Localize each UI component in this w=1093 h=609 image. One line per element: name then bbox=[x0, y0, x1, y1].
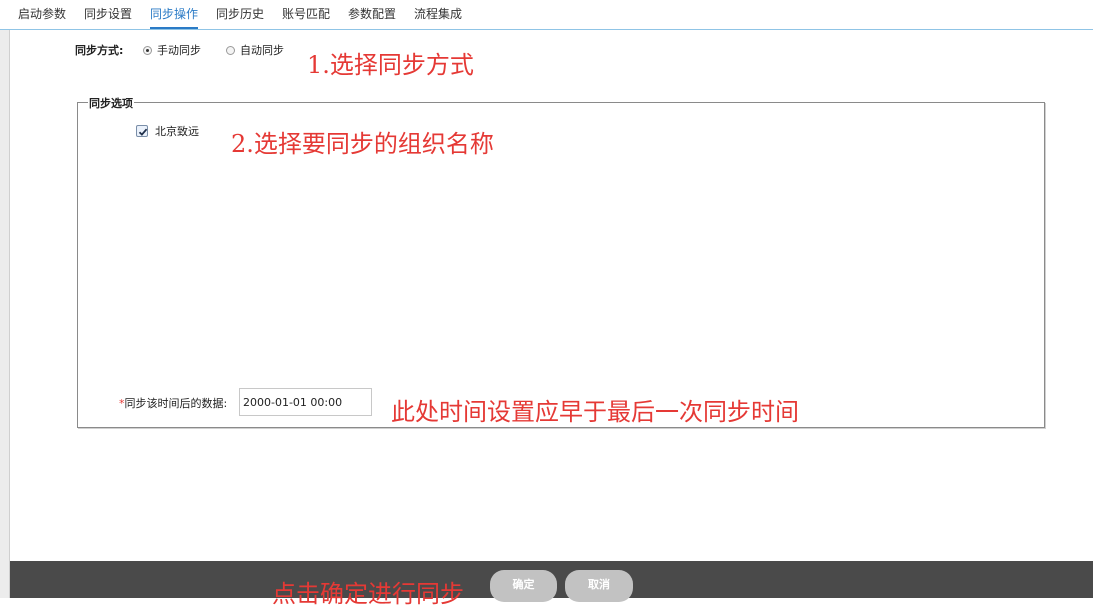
tab-workflow-integration[interactable]: 流程集成 bbox=[414, 0, 462, 29]
sync-after-date-input[interactable] bbox=[239, 388, 372, 416]
manual-sync-radio[interactable] bbox=[143, 46, 152, 55]
auto-sync-radio[interactable] bbox=[226, 46, 235, 55]
org-label[interactable]: 北京致远 bbox=[155, 123, 199, 139]
tab-account-match[interactable]: 账号匹配 bbox=[282, 0, 330, 29]
tab-sync-settings[interactable]: 同步设置 bbox=[84, 0, 132, 29]
auto-sync-label[interactable]: 自动同步 bbox=[240, 42, 284, 58]
tab-param-config[interactable]: 参数配置 bbox=[348, 0, 396, 29]
sync-after-date-label: *同步该时间后的数据: bbox=[119, 395, 227, 411]
sync-options-legend: 同步选项 bbox=[88, 95, 134, 111]
check-icon bbox=[138, 128, 148, 136]
sync-mode-label: 同步方式: bbox=[75, 44, 124, 57]
annotation-confirm-note: 点击确定进行同步 bbox=[272, 580, 464, 608]
annotation-step1: 1.选择同步方式 bbox=[307, 51, 474, 79]
tab-startup-params[interactable]: 启动参数 bbox=[18, 0, 66, 29]
confirm-button[interactable]: 确定 bbox=[490, 570, 557, 602]
annotation-time-note: 此处时间设置应早于最后一次同步时间 bbox=[391, 398, 799, 426]
annotation-step2: 2.选择要同步的组织名称 bbox=[231, 130, 494, 158]
manual-sync-label[interactable]: 手动同步 bbox=[157, 42, 201, 58]
left-sidebar-edge bbox=[0, 30, 10, 598]
sync-after-date-text: 同步该时间后的数据: bbox=[124, 397, 228, 410]
org-checkbox[interactable] bbox=[136, 125, 148, 137]
tab-bar: 启动参数 同步设置 同步操作 同步历史 账号匹配 参数配置 流程集成 bbox=[0, 0, 1093, 30]
tab-sync-operation[interactable]: 同步操作 bbox=[150, 0, 199, 29]
cancel-button[interactable]: 取消 bbox=[565, 570, 633, 602]
tab-sync-history[interactable]: 同步历史 bbox=[216, 0, 264, 29]
sync-options-group bbox=[77, 102, 1045, 428]
